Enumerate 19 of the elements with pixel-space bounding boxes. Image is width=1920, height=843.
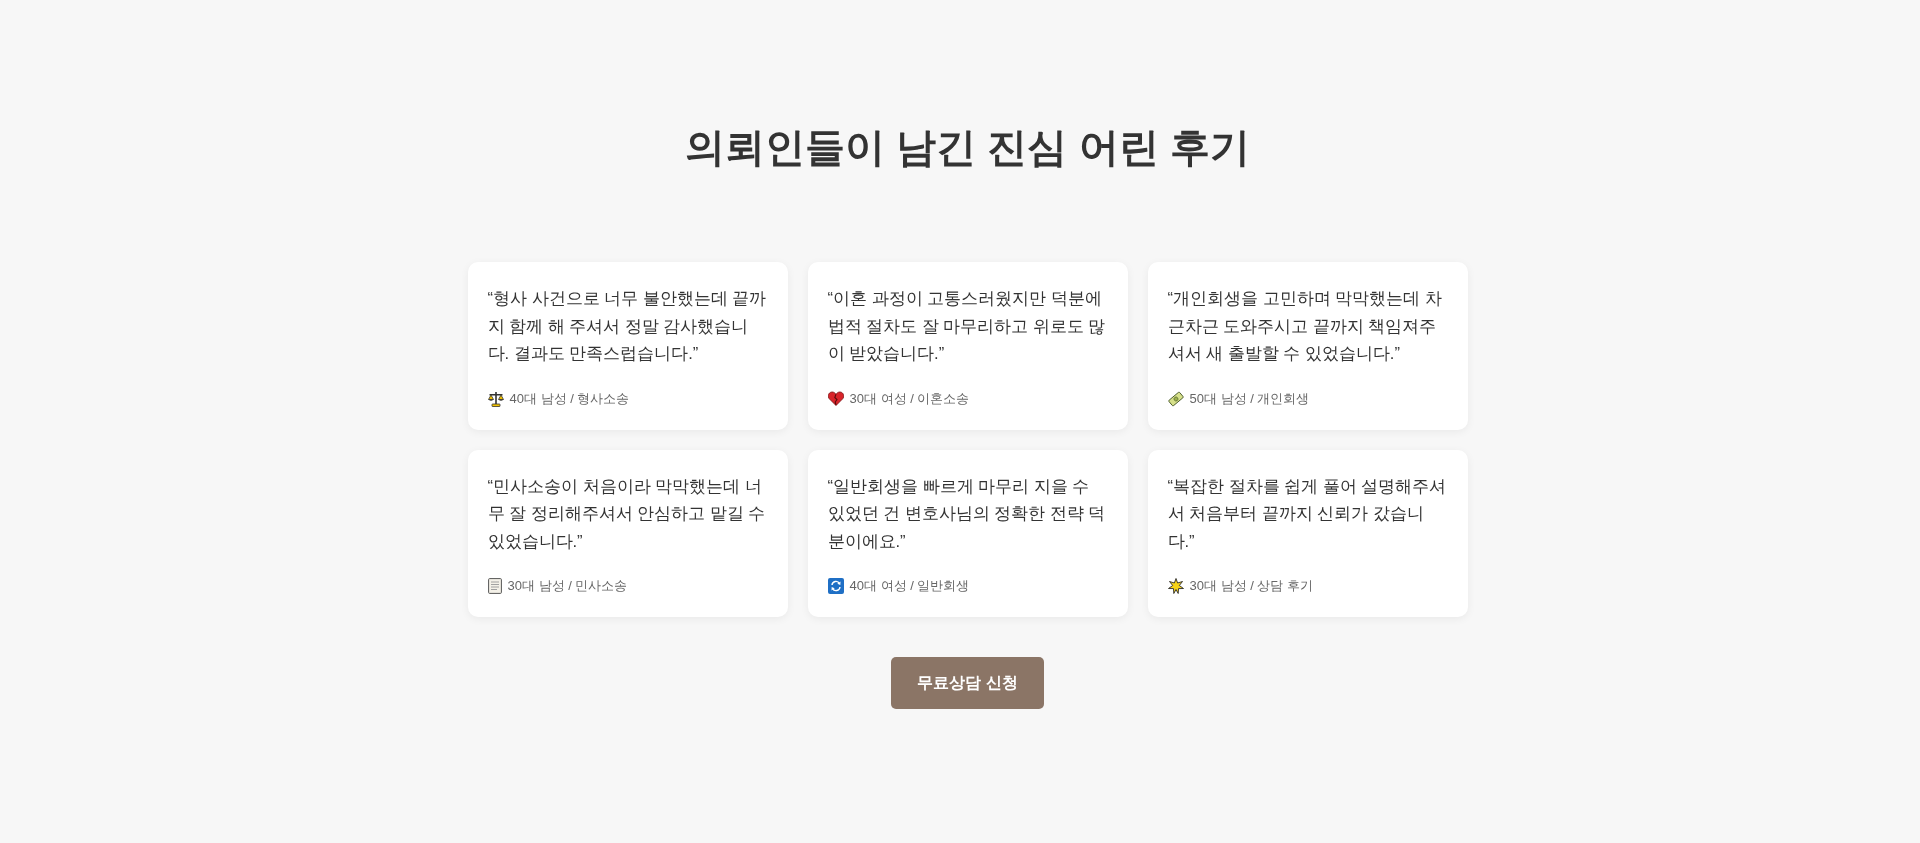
reviewer-info: 50대 남성 / 개인회생 bbox=[1189, 389, 1310, 408]
reviewer-info: 30대 남성 / 민사소송 bbox=[507, 577, 628, 595]
scales-icon bbox=[487, 390, 504, 407]
review-quote: “이혼 과정이 고통스러웠지만 덕분에 법적 절차도 잘 마무리하고 위로도 많이 받았습니다.” bbox=[827, 288, 1107, 364]
star-icon bbox=[1167, 578, 1184, 594]
free-consultation-button[interactable]: 무료상담 신청 bbox=[891, 657, 1044, 709]
review-quote: “민사소송이 처음이라 막막했는데 너무 잘 정리해주셔서 안심하고 맡길 수 있었습니다.” bbox=[487, 475, 767, 552]
reviewer-info: 30대 남성 / 상담 후기 bbox=[1189, 577, 1314, 595]
reviewer-info: 40대 여성 / 일반회생 bbox=[849, 577, 970, 595]
section-heading: 의뢰인들이 남긴 진심 어린 후기 bbox=[685, 124, 1250, 171]
review-quote: “형사 사건으로 너무 불안했는데 끝까지 함께 해 주셔서 정말 감사했습니다. 결과도 만족스럽습니다.” bbox=[487, 288, 768, 364]
review-quote: “복잡한 절차를 쉽게 풀어 설명해주셔서 처음부터 끝까지 신뢰가 갔습니다.” bbox=[1167, 475, 1448, 552]
circular-arrows-icon bbox=[827, 578, 844, 594]
document-icon bbox=[487, 578, 502, 594]
reviewer-info: 40대 남성 / 형사소송 bbox=[509, 389, 630, 408]
review-quote: “개인회생을 고민하며 막막했는데 차근차근 도와주시고 끝까지 책임져주셔서 새 출발할 수 있었습니다.” bbox=[1167, 288, 1443, 364]
reviewer-info: 30대 여성 / 이혼소송 bbox=[849, 389, 970, 408]
broken-heart-icon bbox=[827, 391, 844, 406]
review-quote: “일반회생을 빠르게 마무리 지을 수 있었던 건 변호사님의 정확한 전략 덕분이에요.” bbox=[827, 475, 1107, 552]
